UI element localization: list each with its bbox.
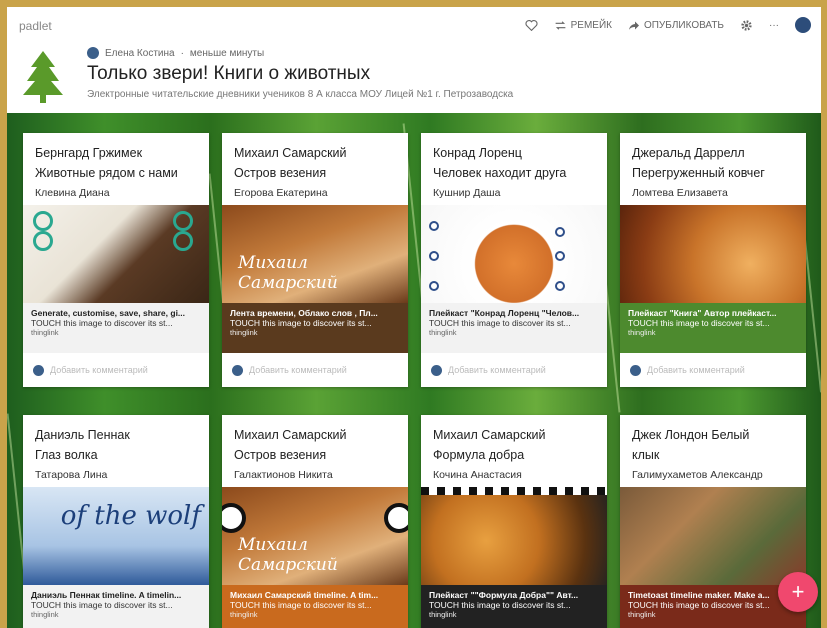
comment-avatar — [630, 364, 641, 376]
post-title-line2: Остров везения — [234, 448, 327, 462]
comment-avatar — [232, 364, 243, 376]
user-avatar[interactable] — [795, 17, 811, 33]
post-title-line1: Конрад Лоренц — [433, 146, 522, 160]
author-line: Елена Костина · меньше минуты — [87, 47, 264, 59]
padlet-board: Бернгард Гржимек Животные рядом с нами К… — [7, 113, 821, 628]
post-title-line2: Формула добра — [433, 448, 525, 462]
thinglink-caption[interactable]: Плейкаст ""Формула Добра"" Авт... TOUCH … — [421, 585, 607, 628]
like-button[interactable] — [525, 19, 538, 31]
post-card[interactable]: Михаил Самарский Остров везения Галактио… — [222, 415, 408, 628]
share-button[interactable]: ОПУБЛИКОВАТЬ — [628, 20, 724, 31]
post-image[interactable] — [620, 205, 806, 303]
post-title-line2: Животные рядом с нами — [35, 166, 178, 180]
cover-title: of the wolf — [60, 501, 201, 531]
post-title-line2: Остров везения — [234, 166, 327, 180]
post-image[interactable]: Михаил Самарский — [222, 487, 408, 585]
post-card[interactable]: Бернгард Гржимек Животные рядом с нами К… — [23, 133, 209, 387]
thinglink-caption[interactable]: Плейкаст "Конрад Лоренц "Челов... TOUCH … — [421, 303, 607, 353]
add-comment[interactable]: Добавить комментарий — [620, 353, 806, 387]
post-author: Кушнир Даша — [433, 187, 501, 199]
thinglink-caption[interactable]: Generate, customise, save, share, gi... … — [23, 303, 209, 353]
post-card[interactable]: Даниэль Пеннак Глаз волка Татарова Лина … — [23, 415, 209, 628]
post-title-line1: Бернгард Гржимек — [35, 146, 143, 160]
post-author: Галактионов Никита — [234, 469, 333, 481]
post-title-line2: Человек находит друга — [433, 166, 567, 180]
more-icon: ··· — [769, 19, 779, 31]
post-image[interactable] — [23, 205, 209, 303]
thinglink-caption[interactable]: Плейкаст "Книга" Автор плейкаст... TOUCH… — [620, 303, 806, 353]
post-image[interactable]: Михаил Самарский — [222, 205, 408, 303]
comment-avatar — [431, 364, 442, 376]
add-comment[interactable]: Добавить комментарий — [222, 353, 408, 387]
add-post-button[interactable]: + — [778, 572, 818, 612]
post-title-line2: Перегруженный ковчег — [632, 166, 765, 180]
cover-signature: Михаил Самарский — [238, 253, 338, 293]
settings-button[interactable] — [740, 19, 753, 32]
post-title-line1: Михаил Самарский — [234, 146, 347, 160]
padlet-logo[interactable]: padlet — [19, 19, 52, 33]
tree-icon — [23, 51, 63, 103]
add-comment[interactable]: Добавить комментарий — [421, 353, 607, 387]
post-title-line1: Джеральд Даррелл — [632, 146, 745, 160]
comment-avatar — [33, 364, 44, 376]
post-image[interactable] — [620, 487, 806, 585]
post-author: Галимухаметов Александр — [632, 469, 763, 481]
heart-icon — [525, 20, 538, 31]
share-icon — [628, 21, 639, 30]
post-card[interactable]: Михаил Самарский Остров везения Егорова … — [222, 133, 408, 387]
post-title-line1: Даниэль Пеннак — [35, 428, 130, 442]
cover-signature: Михаил Самарский — [238, 535, 338, 575]
author-name[interactable]: Елена Костина — [105, 48, 175, 59]
page-subtitle: Электронные читательские дневники ученик… — [87, 89, 514, 100]
post-title-line2: Глаз волка — [35, 448, 98, 462]
gear-icon — [741, 19, 752, 31]
post-author: Клевина Диана — [35, 187, 110, 199]
post-card[interactable]: Михаил Самарский Формула добра Кочина Ан… — [421, 415, 607, 628]
post-image[interactable] — [421, 205, 607, 303]
toolbar-actions: РЕМЕЙК ОПУБЛИКОВАТЬ ··· — [525, 17, 811, 33]
post-card[interactable]: Конрад Лоренц Человек находит друга Кушн… — [421, 133, 607, 387]
thinglink-caption[interactable]: Михаил Самарский timeline. A tim... TOUC… — [222, 585, 408, 628]
remake-icon — [555, 20, 565, 30]
post-author: Татарова Лина — [35, 469, 108, 481]
post-image[interactable] — [421, 487, 607, 585]
post-image[interactable]: of the wolf — [23, 487, 209, 585]
thinglink-caption[interactable]: Лента времени, Облако слов , Пл... TOUCH… — [222, 303, 408, 353]
post-title-line1: Джек Лондон Белый — [632, 428, 750, 442]
thinglink-caption[interactable]: Даниэль Пеннак timeline. A timelin... TO… — [23, 585, 209, 628]
post-time: меньше минуты — [189, 47, 265, 59]
author-avatar — [87, 47, 99, 59]
page-title: Только звери! Книги о животных — [87, 63, 371, 84]
top-bar: padlet РЕМЕЙК ОПУБЛИКОВАТЬ ··· Елена Кос… — [7, 7, 821, 117]
post-title-line1: Михаил Самарский — [234, 428, 347, 442]
add-comment[interactable]: Добавить комментарий — [23, 353, 209, 387]
more-button[interactable]: ··· — [769, 20, 779, 31]
remake-button[interactable]: РЕМЕЙК — [554, 20, 612, 31]
post-author: Кочина Анастасия — [433, 469, 522, 481]
post-author: Егорова Екатерина — [234, 187, 328, 199]
post-title-line1: Михаил Самарский — [433, 428, 546, 442]
post-author: Ломтева Елизавета — [632, 187, 728, 199]
post-card[interactable]: Джеральд Даррелл Перегруженный ковчег Ло… — [620, 133, 806, 387]
post-title-line2: клык — [632, 448, 660, 462]
dot-separator: · — [180, 47, 184, 59]
padlet-window: padlet РЕМЕЙК ОПУБЛИКОВАТЬ ··· Елена Кос… — [7, 7, 821, 628]
